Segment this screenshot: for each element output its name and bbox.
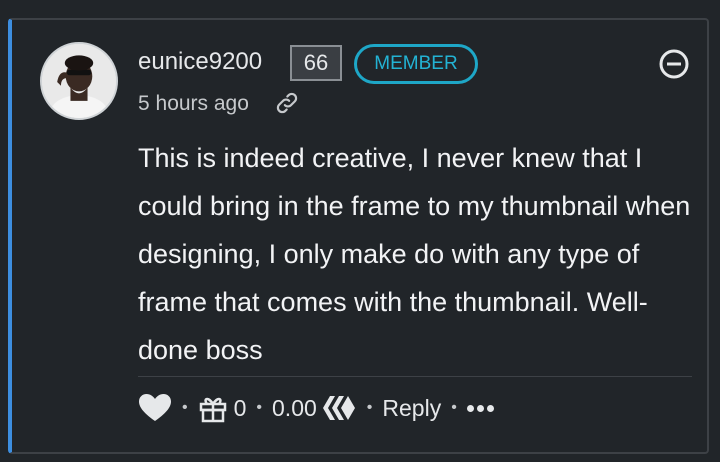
comment-body: This is indeed creative, I never knew th… [138, 143, 691, 365]
gift-icon[interactable] [198, 393, 228, 423]
timestamp[interactable]: 5 hours ago [138, 92, 249, 116]
payout-value[interactable]: 0.00 [272, 395, 317, 422]
avatar[interactable] [40, 42, 118, 120]
reputation-badge: 66 [290, 45, 342, 81]
reply-button[interactable]: Reply [382, 395, 441, 422]
link-icon[interactable] [274, 90, 300, 116]
comment-actions: • 0 • 0.00 • Reply • [138, 386, 494, 430]
separator: • [366, 399, 373, 416]
collapse-icon[interactable] [658, 48, 690, 80]
avatar-image [42, 44, 116, 118]
separator: • [182, 399, 188, 416]
hive-icon [322, 396, 355, 420]
divider [138, 376, 692, 377]
more-icon[interactable] [466, 404, 494, 412]
comment-card: eunice9200 66 MEMBER 5 hours ago This is… [8, 18, 709, 454]
gift-count: 0 [233, 394, 247, 421]
heart-icon[interactable] [138, 393, 172, 423]
separator: • [256, 399, 263, 416]
separator: • [451, 399, 457, 416]
member-badge: MEMBER [354, 44, 478, 84]
username[interactable]: eunice9200 [138, 48, 262, 76]
